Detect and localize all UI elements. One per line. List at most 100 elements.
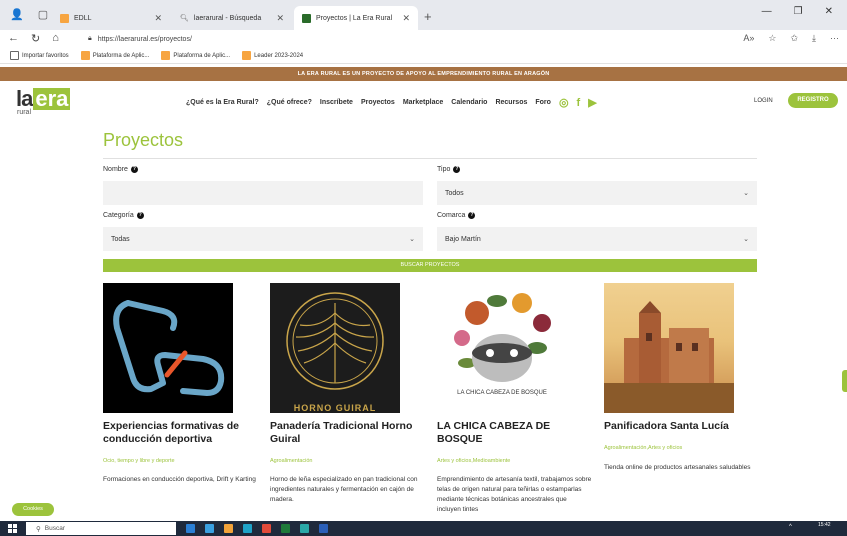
close-icon[interactable]: ✕ <box>154 13 162 24</box>
comarca-select[interactable]: Bajo Martín ⌄ <box>437 227 757 251</box>
card-title[interactable]: Panificadora Santa Lucía <box>604 420 754 433</box>
app-icon[interactable] <box>300 524 309 533</box>
maximize-icon[interactable]: ❐ <box>794 6 803 17</box>
card-category[interactable]: Agroalimentación,Artes y oficios <box>604 445 682 451</box>
card-image-conduccion[interactable] <box>103 283 233 413</box>
card-description: Horno de leña especializado en pan tradi… <box>270 476 418 503</box>
register-button[interactable]: REGISTRO <box>788 93 838 108</box>
chrome-icon[interactable] <box>262 524 271 533</box>
favorite-star-icon[interactable]: ☆ <box>768 33 776 44</box>
card-description: Emprendimiento de artesanía textil, trab… <box>437 476 592 513</box>
tab-search[interactable]: 🔍︎ laerarural - Búsqueda ✕ <box>172 6 292 30</box>
menu-calendario[interactable]: Calendario <box>451 99 487 106</box>
tab-label: EDLL <box>74 14 92 22</box>
close-icon[interactable]: ✕ <box>402 13 410 24</box>
window-controls: — ❐ ✕ <box>762 6 847 17</box>
more-icon[interactable]: ··· <box>830 33 839 44</box>
folder-icon <box>10 51 19 60</box>
tab-actions-icon[interactable]: ▢ <box>38 8 48 21</box>
taskview-icon[interactable] <box>186 524 195 533</box>
favorite-leader[interactable]: Leader 2023-2024 <box>242 51 303 60</box>
menu-marketplace[interactable]: Marketplace <box>403 99 443 106</box>
page-title: Proyectos <box>103 130 184 150</box>
instagram-icon[interactable]: ◎ <box>559 96 569 109</box>
tab-proyectos[interactable]: Proyectos | La Era Rural ✕ <box>294 6 418 30</box>
card-image-horno-guiral[interactable]: HORNO GUIRAL <box>270 283 400 413</box>
announcement-bar: LA ERA RURAL ES UN PROYECTO DE APOYO AL … <box>0 67 847 81</box>
url-field[interactable]: 🔒︎ https://laerarural.es/proyectos/ <box>78 31 738 47</box>
taskbar-clock[interactable]: 15:42 <box>818 522 831 528</box>
download-icon[interactable]: ⤓ <box>812 33 816 44</box>
logo-la: la <box>16 86 33 111</box>
edge-icon[interactable] <box>243 524 252 533</box>
favorite-plataforma-1[interactable]: Plataforma de Aplic... <box>80 51 149 60</box>
url-text: https://laerarural.es/proyectos/ <box>97 35 192 43</box>
cookies-button[interactable]: Cookies <box>12 503 54 516</box>
close-window-icon[interactable]: ✕ <box>825 6 833 17</box>
comarca-label: Comarca? <box>437 212 476 219</box>
help-icon[interactable]: ? <box>130 166 138 173</box>
tray-chevron-icon[interactable]: ^ <box>789 524 792 530</box>
menu-foro[interactable]: Foro <box>535 99 551 106</box>
card-image-caption: HORNO GUIRAL <box>293 403 377 413</box>
tab-label: laerarural - Búsqueda <box>193 14 262 22</box>
chevron-down-icon: ⌄ <box>743 190 749 197</box>
reload-icon[interactable]: ↻ <box>31 32 40 45</box>
card-image-santa-lucia[interactable] <box>604 283 734 413</box>
menu-que-es[interactable]: ¿Qué es la Era Rural? <box>186 99 259 106</box>
login-link[interactable]: LOGIN <box>754 98 773 104</box>
windows-start-icon[interactable] <box>8 524 17 533</box>
profile-icon[interactable]: 👤 <box>10 8 24 21</box>
favorite-import[interactable]: Importar favoritos <box>10 51 69 60</box>
home-icon[interactable]: ⌂ <box>52 32 59 45</box>
label-text: Comarca <box>437 212 466 219</box>
new-tab-button[interactable]: + <box>424 9 432 24</box>
taskbar-search[interactable]: ⚲ Buscar <box>26 522 176 535</box>
side-tab[interactable] <box>842 370 847 392</box>
chevron-down-icon: ⌄ <box>743 236 749 243</box>
track-logo-icon <box>113 300 225 396</box>
favorite-plataforma-2[interactable]: Plataforma de Aplic... <box>161 51 230 60</box>
card-image-chica-cabeza[interactable]: LA CHICA CABEZA DE BOSQUE <box>437 283 567 413</box>
tab-favicon-icon <box>302 13 311 23</box>
nombre-input[interactable] <box>103 181 423 205</box>
store-icon[interactable] <box>205 524 214 533</box>
facebook-icon[interactable]: f <box>577 97 581 109</box>
youtube-icon[interactable]: ▶ <box>588 96 596 109</box>
title-divider <box>103 158 757 159</box>
card-title[interactable]: Experiencias formativas de conducción de… <box>103 420 253 446</box>
help-icon[interactable]: ? <box>136 212 144 219</box>
files-icon[interactable] <box>224 524 233 533</box>
card-title[interactable]: Panadería Tradicional Horno Guiral <box>270 420 420 446</box>
excel-icon[interactable] <box>281 524 290 533</box>
address-tools: A» ☆ ✩ ⤓ ··· <box>743 33 839 44</box>
minimize-icon[interactable]: — <box>762 6 772 17</box>
categoria-select[interactable]: Todas ⌄ <box>103 227 423 251</box>
read-aloud-icon[interactable]: A» <box>743 33 754 44</box>
help-icon[interactable]: ? <box>453 166 461 173</box>
tab-edll[interactable]: EDLL ✕ <box>52 6 170 30</box>
horno-logo-icon <box>286 292 384 390</box>
card-category[interactable]: Agroalimentación <box>270 458 313 464</box>
menu-inscribete[interactable]: Inscríbete <box>320 99 353 106</box>
tipo-label: Tipo? <box>437 166 461 173</box>
card-category[interactable]: Ocio, tiempo y libre y deporte <box>103 458 175 464</box>
taskbar-search-label: Buscar <box>44 525 65 532</box>
site-logo[interactable]: la era rural <box>16 86 71 116</box>
nav-buttons: ← ↻ ⌂ <box>8 32 59 45</box>
menu-proyectos[interactable]: Proyectos <box>361 99 395 106</box>
close-icon[interactable]: ✕ <box>276 13 284 24</box>
word-icon[interactable] <box>319 524 328 533</box>
help-icon[interactable]: ? <box>468 212 476 219</box>
card-title[interactable]: LA CHICA CABEZA DE BOSQUE <box>437 420 587 446</box>
card-category[interactable]: Artes y oficios,Medioambiente <box>437 458 510 464</box>
logo-era: era <box>33 86 71 111</box>
search-projects-button[interactable]: BUSCAR PROYECTOS <box>103 259 757 272</box>
card-description: Formaciones en conducción deportiva, Dri… <box>103 476 256 483</box>
menu-recursos[interactable]: Recursos <box>495 99 527 106</box>
favorite-label: Leader 2023-2024 <box>254 52 304 59</box>
favorites-icon[interactable]: ✩ <box>790 33 798 44</box>
menu-que-ofrece[interactable]: ¿Qué ofrece? <box>267 99 312 106</box>
tipo-select[interactable]: Todos ⌄ <box>437 181 757 205</box>
back-icon[interactable]: ← <box>8 32 19 45</box>
